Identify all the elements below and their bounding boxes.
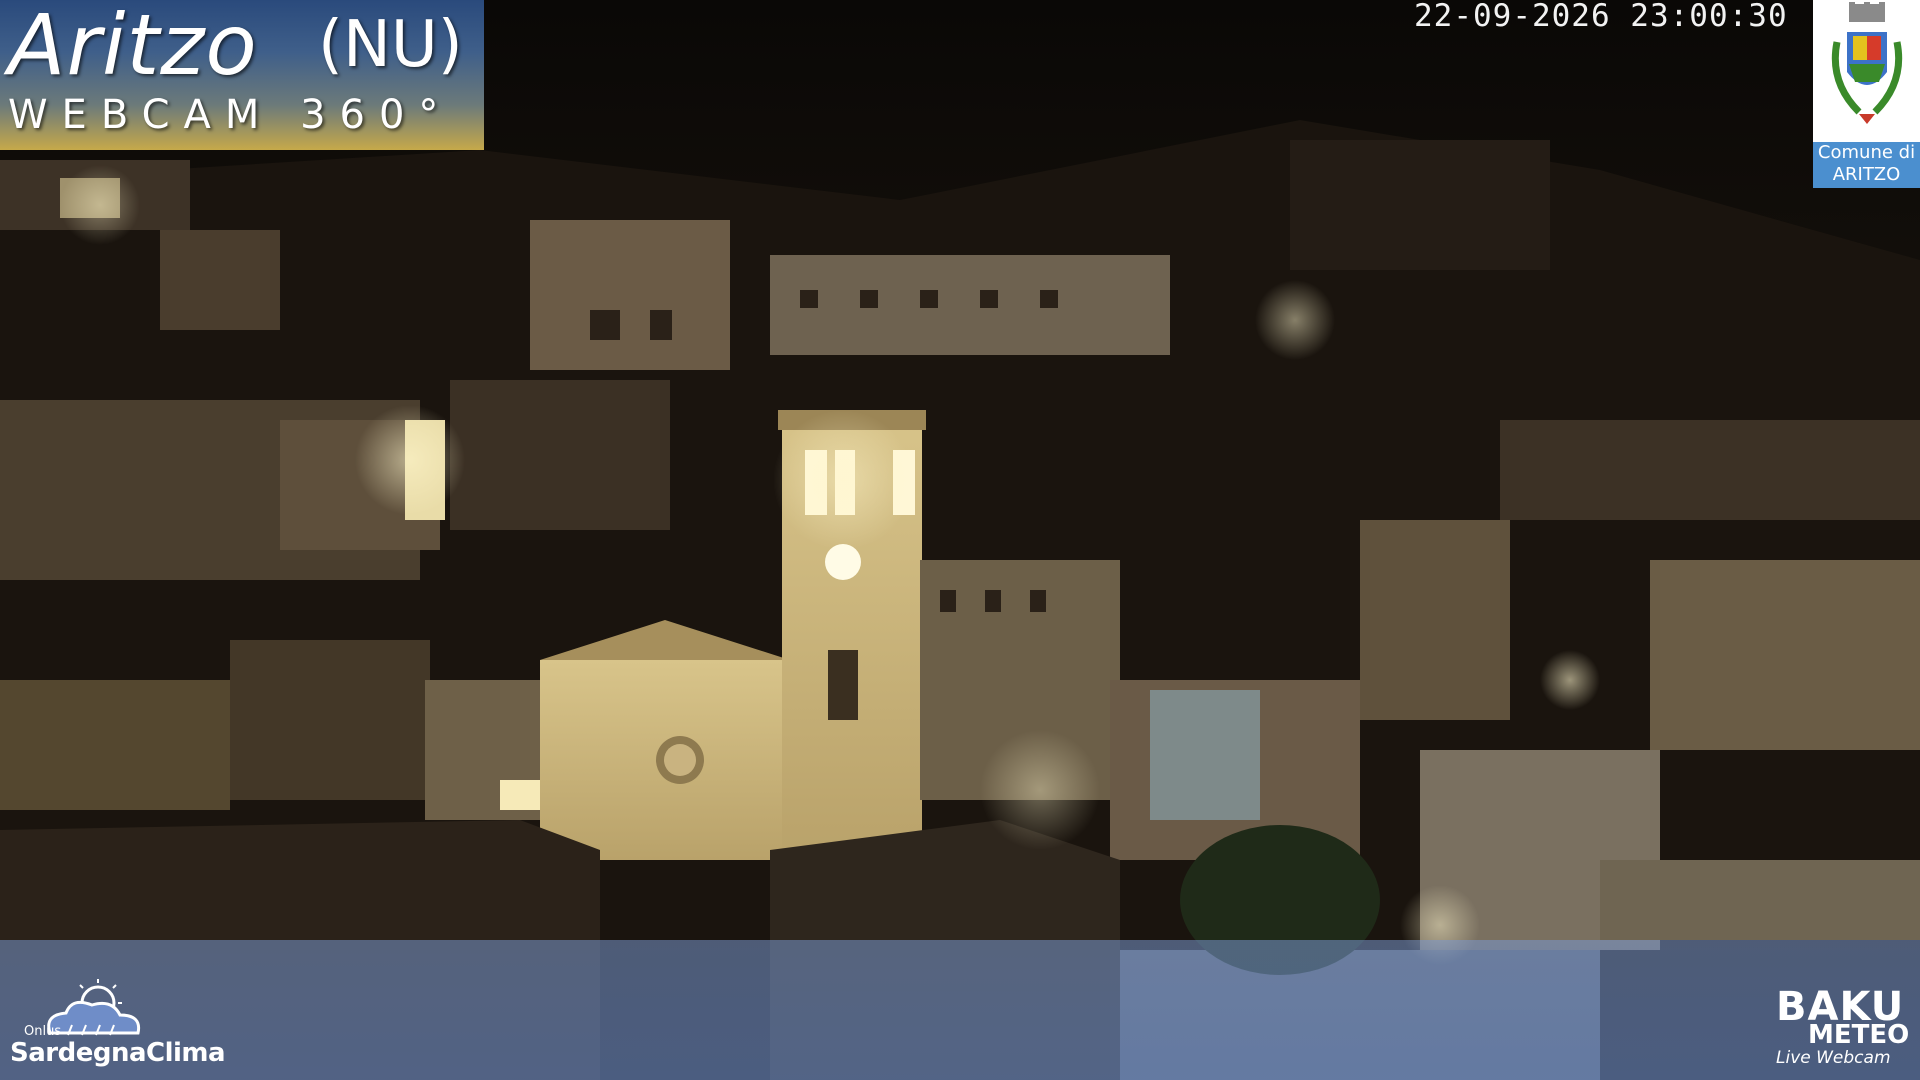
sardegnaclima-onlus: Onlus xyxy=(24,1024,62,1039)
webcam-frame: Aritzo (NU) WEBCAM 360° 22-09-2026 23:00… xyxy=(0,0,1920,1080)
crest-label-line2: ARITZO xyxy=(1832,164,1901,185)
crest-label-line1: Comune di xyxy=(1817,142,1916,163)
title-banner: Aritzo (NU) WEBCAM 360° xyxy=(0,0,484,150)
coat-of-arms-icon xyxy=(1831,2,1903,124)
title-subtitle: WEBCAM 360° xyxy=(8,92,453,138)
sardegnaclima-name: SardegnaClima xyxy=(10,1038,226,1068)
timestamp: 22-09-2026 23:00:30 xyxy=(1414,0,1788,34)
municipality-crest: Comune di ARITZO xyxy=(1813,0,1920,188)
bakumeteo-tagline: Live Webcam xyxy=(1776,1048,1891,1068)
crest-label: Comune di ARITZO xyxy=(1813,142,1920,188)
village-night-scene xyxy=(0,120,1920,1080)
title-province: (NU) xyxy=(318,8,463,82)
bakumeteo-sub: METEO xyxy=(1808,1020,1910,1050)
bottom-overlay-band xyxy=(0,940,1920,1080)
title-town: Aritzo xyxy=(8,0,258,94)
